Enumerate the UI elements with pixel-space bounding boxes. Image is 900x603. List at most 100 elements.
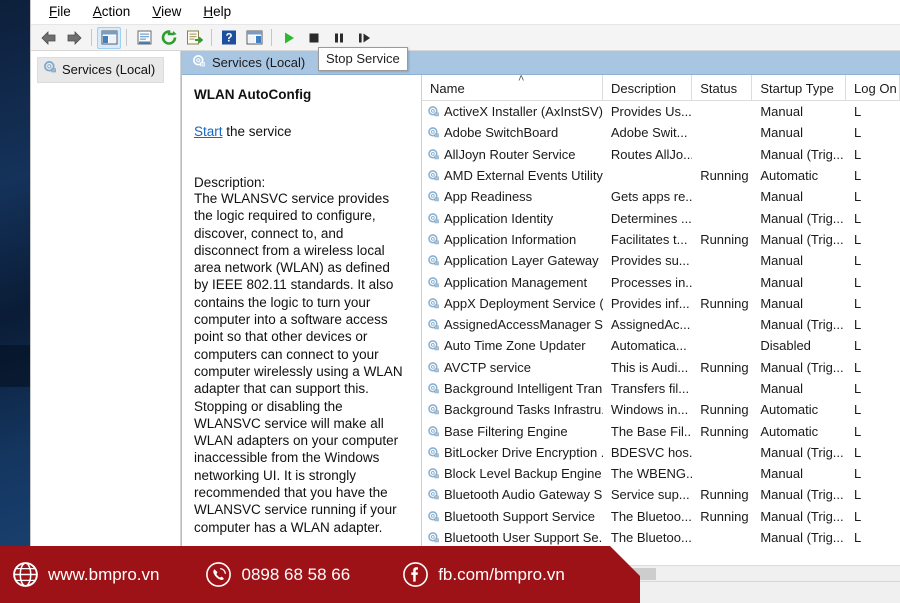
table-row[interactable]: ActiveX Installer (AxInstSV) Provides Us.… [422,101,900,122]
column-header-label: Status [700,81,738,96]
table-row[interactable]: Background Intelligent Tran... Transfers … [422,378,900,399]
cell-logon: L [854,381,862,396]
service-action-line: Start the service [194,124,409,139]
show-hide-action-pane-icon[interactable] [242,27,266,49]
table-row[interactable]: BitLocker Drive Encryption ... BDESVC hos… [422,442,900,463]
table-row[interactable]: Application Management Processes in... Man… [422,271,900,292]
pause-service-icon[interactable] [327,27,351,49]
cell-startup: Automatic [760,402,819,418]
table-row[interactable]: AppX Deployment Service (... Provides inf… [422,293,900,314]
back-arrow-icon[interactable] [37,27,61,49]
menu-view[interactable]: View [142,2,191,23]
service-details-pane: WLAN AutoConfig Start the service Descri… [182,75,422,581]
export-list-icon[interactable] [182,27,206,49]
service-gear-icon [427,510,440,523]
restart-service-icon[interactable] [352,27,376,49]
column-header-desc[interactable]: Description [603,75,693,100]
banner-facebook[interactable]: fb.com/bmpro.vn [402,561,565,588]
column-header-status[interactable]: Status [692,75,753,100]
refresh-icon[interactable] [157,27,181,49]
table-row[interactable]: App Readiness Gets apps re... Manual L [422,186,900,207]
menu-file[interactable]: File [39,2,81,23]
cell-desc: Transfers fil... [610,381,690,396]
cell-name: AVCTP service [422,360,603,375]
cell-desc: Automatica... [610,338,687,354]
service-action-suffix: the service [222,124,292,139]
cell-name: Block Level Backup Engine ... [422,466,603,481]
service-name-label: Auto Time Zone Updater [444,338,586,354]
cell-status: Running [700,508,749,524]
table-row[interactable]: Base Filtering Engine The Base Fil... Runn… [422,420,900,441]
menu-accelerator: A [92,3,102,19]
stop-service-icon[interactable] [302,27,326,49]
service-name-label: AllJoyn Router Service [444,146,576,162]
table-row[interactable]: Bluetooth Support Service The Bluetoo... R… [422,506,900,527]
banner-phone-label: 0898 68 58 66 [241,564,351,584]
table-row[interactable]: Bluetooth User Support Se... The Bluetoo.… [422,527,900,548]
start-service-icon[interactable] [277,27,301,49]
menu-help[interactable]: Help [193,2,241,23]
service-name-label: Adobe SwitchBoard [444,125,559,141]
service-gear-icon [427,361,440,374]
table-row[interactable]: AssignedAccessManager Se... AssignedAc...… [422,314,900,335]
table-row[interactable]: Auto Time Zone Updater Automatica... Disab… [422,335,900,356]
tab-services-local[interactable]: Services (Local) [182,54,305,71]
cell-logon: L [854,402,862,418]
services-list-pane: ˄ Name Description Status Startup Type Log O… [422,75,900,581]
console-tree-pane: Services (Local) [31,51,181,581]
desktop-wallpaper [0,0,30,603]
table-row[interactable]: Application Information Facilitates t... R… [422,229,900,250]
forward-arrow-icon[interactable] [62,27,86,49]
menu-action[interactable]: Action [83,2,141,23]
cell-startup: Manual [760,125,803,141]
sidebar-item-services-local[interactable]: Services (Local) [37,57,165,83]
table-row[interactable]: AllJoyn Router Service Routes AllJo... Man… [422,144,900,165]
table-row[interactable]: Application Layer Gateway ... Provides su… [422,250,900,271]
cell-logon: L [854,423,862,439]
table-row[interactable]: Bluetooth Audio Gateway S... Service sup.… [422,484,900,505]
column-header-label: Log On As [854,81,899,96]
cell-desc: AssignedAc... [610,317,691,333]
service-name-label: Bluetooth Audio Gateway S... [444,487,603,503]
start-service-link[interactable]: Start [194,124,223,139]
column-header-logon[interactable]: Log On As [846,75,900,100]
banner-phone[interactable]: 0898 68 58 66 [205,561,350,588]
cell-startup: Manual (Trig... [760,487,844,503]
help-icon[interactable]: ? [217,27,241,49]
table-row[interactable]: Block Level Backup Engine ... The WBENG..… [422,463,900,484]
table-row[interactable]: AMD External Events Utility Running Automa… [422,165,900,186]
column-header-label: Description [610,81,676,96]
cell-name: AMD External Events Utility [422,168,603,183]
cell-logon: L [854,466,862,482]
table-row[interactable]: Application Identity Determines ... Manual… [422,207,900,228]
show-hide-console-tree-icon[interactable] [97,26,121,49]
service-name-label: App Readiness [444,189,533,205]
toolbar: ? [31,25,900,51]
services-mmc-window: File Action View Help ? Services (Local)… [30,0,900,581]
cell-startup: Manual (Trig... [760,210,844,226]
service-name-label: AVCTP service [444,359,531,375]
column-header-startup[interactable]: Startup Type [752,75,847,100]
list-column-header: ˄ Name Description Status Startup Type Log O… [422,75,900,101]
service-name-label: Block Level Backup Engine ... [444,466,603,482]
cell-startup: Manual (Trig... [760,231,844,247]
cell-name: Application Layer Gateway ... [422,253,603,268]
cell-desc: Facilitates t... [610,231,688,247]
banner-website-label: www.bmpro.vn [48,564,160,584]
properties-icon[interactable] [132,27,156,49]
cell-name: AllJoyn Router Service [422,147,603,162]
cell-logon: L [854,189,862,205]
cell-desc: Provides inf... [610,295,690,311]
cell-name: AssignedAccessManager Se... [422,317,603,332]
table-row[interactable]: Background Tasks Infrastru... Windows in.… [422,399,900,420]
menu-bar: File Action View Help [31,0,900,25]
service-gear-icon [427,276,440,289]
table-row[interactable]: AVCTP service This is Audi... Running Manua… [422,357,900,378]
cell-name: ActiveX Installer (AxInstSV) [422,104,603,119]
table-row[interactable]: Adobe SwitchBoard Adobe Swit... Manual L [422,122,900,143]
service-gear-icon [427,233,440,246]
banner-website[interactable]: www.bmpro.vn [12,561,159,588]
cell-status: Running [700,402,749,418]
column-header-name[interactable]: Name [422,75,603,100]
service-gear-icon [427,212,440,225]
